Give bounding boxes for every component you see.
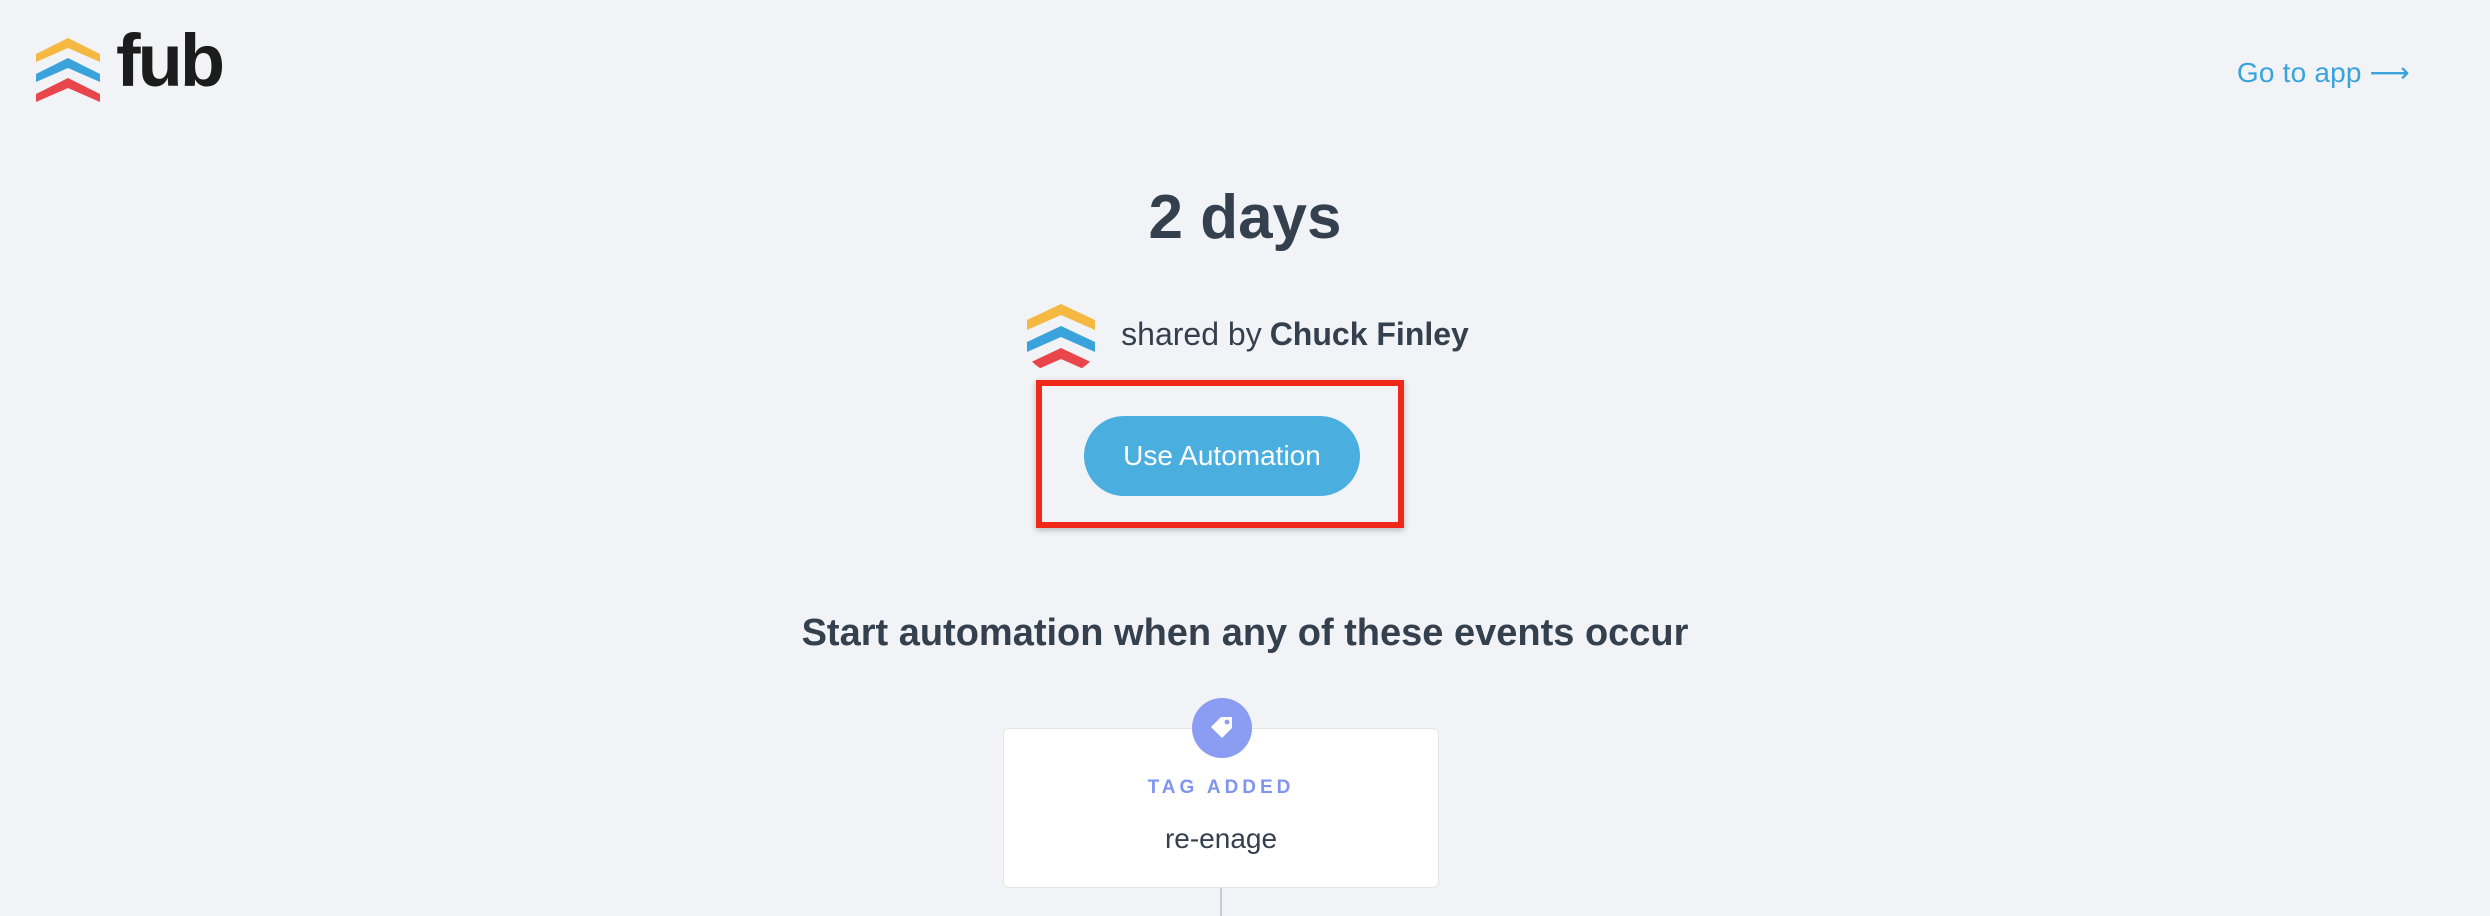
shared-by-name: Chuck Finley	[1269, 315, 1469, 352]
fub-avatar-icon	[1027, 304, 1096, 372]
triggers-heading: Start automation when any of these event…	[801, 612, 1689, 654]
use-automation-button[interactable]: Use Automation	[1084, 416, 1360, 496]
shared-by-text: shared by Chuck Finley	[1121, 316, 1469, 353]
trigger-type-label: TAG ADDED	[1147, 777, 1295, 798]
avatar	[1021, 294, 1102, 374]
automation-share-page: 2 days shared by Chuck Finley Use Automat…	[0, 0, 2490, 916]
trigger-value: re-enage	[1164, 823, 1278, 854]
flow-connector	[1220, 888, 1222, 916]
tag-icon	[1192, 698, 1252, 758]
shared-by-label: shared by	[1121, 315, 1262, 352]
automation-title: 2 days	[1148, 183, 1342, 252]
shared-by-row: shared by Chuck Finley	[0, 294, 2490, 374]
